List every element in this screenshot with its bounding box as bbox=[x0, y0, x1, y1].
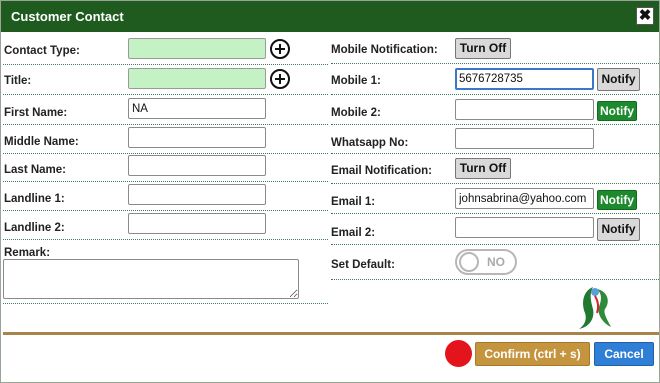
landline2-field[interactable] bbox=[128, 213, 266, 234]
landline2-label: Landline 2: bbox=[4, 222, 65, 234]
divider bbox=[331, 124, 659, 125]
brand-logo-icon bbox=[579, 287, 611, 329]
add-title-icon[interactable] bbox=[270, 69, 290, 89]
red-dot-icon bbox=[445, 340, 472, 367]
email1-field[interactable] bbox=[455, 188, 594, 209]
email1-label: Email 1: bbox=[331, 196, 376, 208]
whatsapp-label: Whatsapp No: bbox=[331, 137, 409, 149]
email-notification-turn-off-button[interactable]: Turn Off bbox=[455, 158, 511, 179]
footer-divider bbox=[3, 332, 659, 335]
email-notification-label: Email Notification: bbox=[331, 165, 432, 177]
last-name-field[interactable] bbox=[128, 155, 266, 176]
toggle-knob bbox=[459, 252, 479, 272]
divider bbox=[331, 213, 659, 214]
divider bbox=[3, 94, 328, 95]
divider bbox=[331, 244, 659, 245]
title-field[interactable] bbox=[128, 68, 266, 89]
divider bbox=[3, 153, 328, 154]
mobile2-notify-button[interactable]: Notify bbox=[597, 101, 637, 121]
divider bbox=[3, 124, 328, 125]
set-default-toggle[interactable]: NO bbox=[455, 249, 517, 275]
mobile1-label: Mobile 1: bbox=[331, 75, 381, 87]
remark-textarea[interactable] bbox=[3, 259, 299, 299]
first-name-label: First Name: bbox=[4, 107, 68, 119]
customer-contact-dialog: Customer Contact ✖ Contact Type: Title: … bbox=[0, 0, 660, 383]
whatsapp-field[interactable] bbox=[455, 128, 594, 149]
landline1-field[interactable] bbox=[128, 184, 266, 205]
contact-type-field[interactable] bbox=[128, 38, 266, 59]
title-label: Title: bbox=[4, 75, 32, 87]
email1-notify-button[interactable]: Notify bbox=[597, 190, 637, 210]
toggle-state-label: NO bbox=[487, 255, 505, 269]
last-name-label: Last Name: bbox=[4, 164, 66, 176]
mobile1-notify-button[interactable]: Notify bbox=[597, 68, 640, 91]
divider bbox=[3, 210, 328, 211]
add-contact-type-icon[interactable] bbox=[270, 39, 290, 59]
mobile1-field[interactable] bbox=[455, 68, 594, 90]
divider bbox=[331, 153, 659, 154]
contact-type-label: Contact Type: bbox=[4, 45, 80, 57]
landline1-label: Landline 1: bbox=[4, 193, 65, 205]
middle-name-label: Middle Name: bbox=[4, 136, 79, 148]
first-name-field[interactable] bbox=[128, 98, 266, 119]
email2-field[interactable] bbox=[455, 217, 594, 238]
mobile2-field[interactable] bbox=[455, 99, 594, 120]
dialog-titlebar: Customer Contact ✖ bbox=[1, 1, 659, 32]
set-default-label: Set Default: bbox=[331, 259, 395, 271]
divider bbox=[3, 239, 328, 240]
middle-name-field[interactable] bbox=[128, 127, 266, 148]
divider bbox=[3, 303, 328, 304]
divider bbox=[3, 64, 328, 65]
dialog-title: Customer Contact bbox=[11, 9, 124, 24]
divider bbox=[3, 181, 328, 182]
email2-notify-button[interactable]: Notify bbox=[597, 218, 640, 241]
confirm-button[interactable]: Confirm (ctrl + s) bbox=[475, 342, 590, 366]
divider bbox=[331, 183, 659, 184]
close-icon[interactable]: ✖ bbox=[636, 7, 654, 25]
mobile2-label: Mobile 2: bbox=[331, 107, 381, 119]
remark-label: Remark: bbox=[4, 247, 51, 259]
divider bbox=[331, 63, 659, 64]
mobile-notification-turn-off-button[interactable]: Turn Off bbox=[455, 38, 511, 59]
email2-label: Email 2: bbox=[331, 227, 376, 239]
cancel-button[interactable]: Cancel bbox=[594, 342, 654, 366]
mobile-notification-label: Mobile Notification: bbox=[331, 44, 438, 56]
divider bbox=[331, 279, 659, 280]
divider bbox=[331, 94, 659, 95]
